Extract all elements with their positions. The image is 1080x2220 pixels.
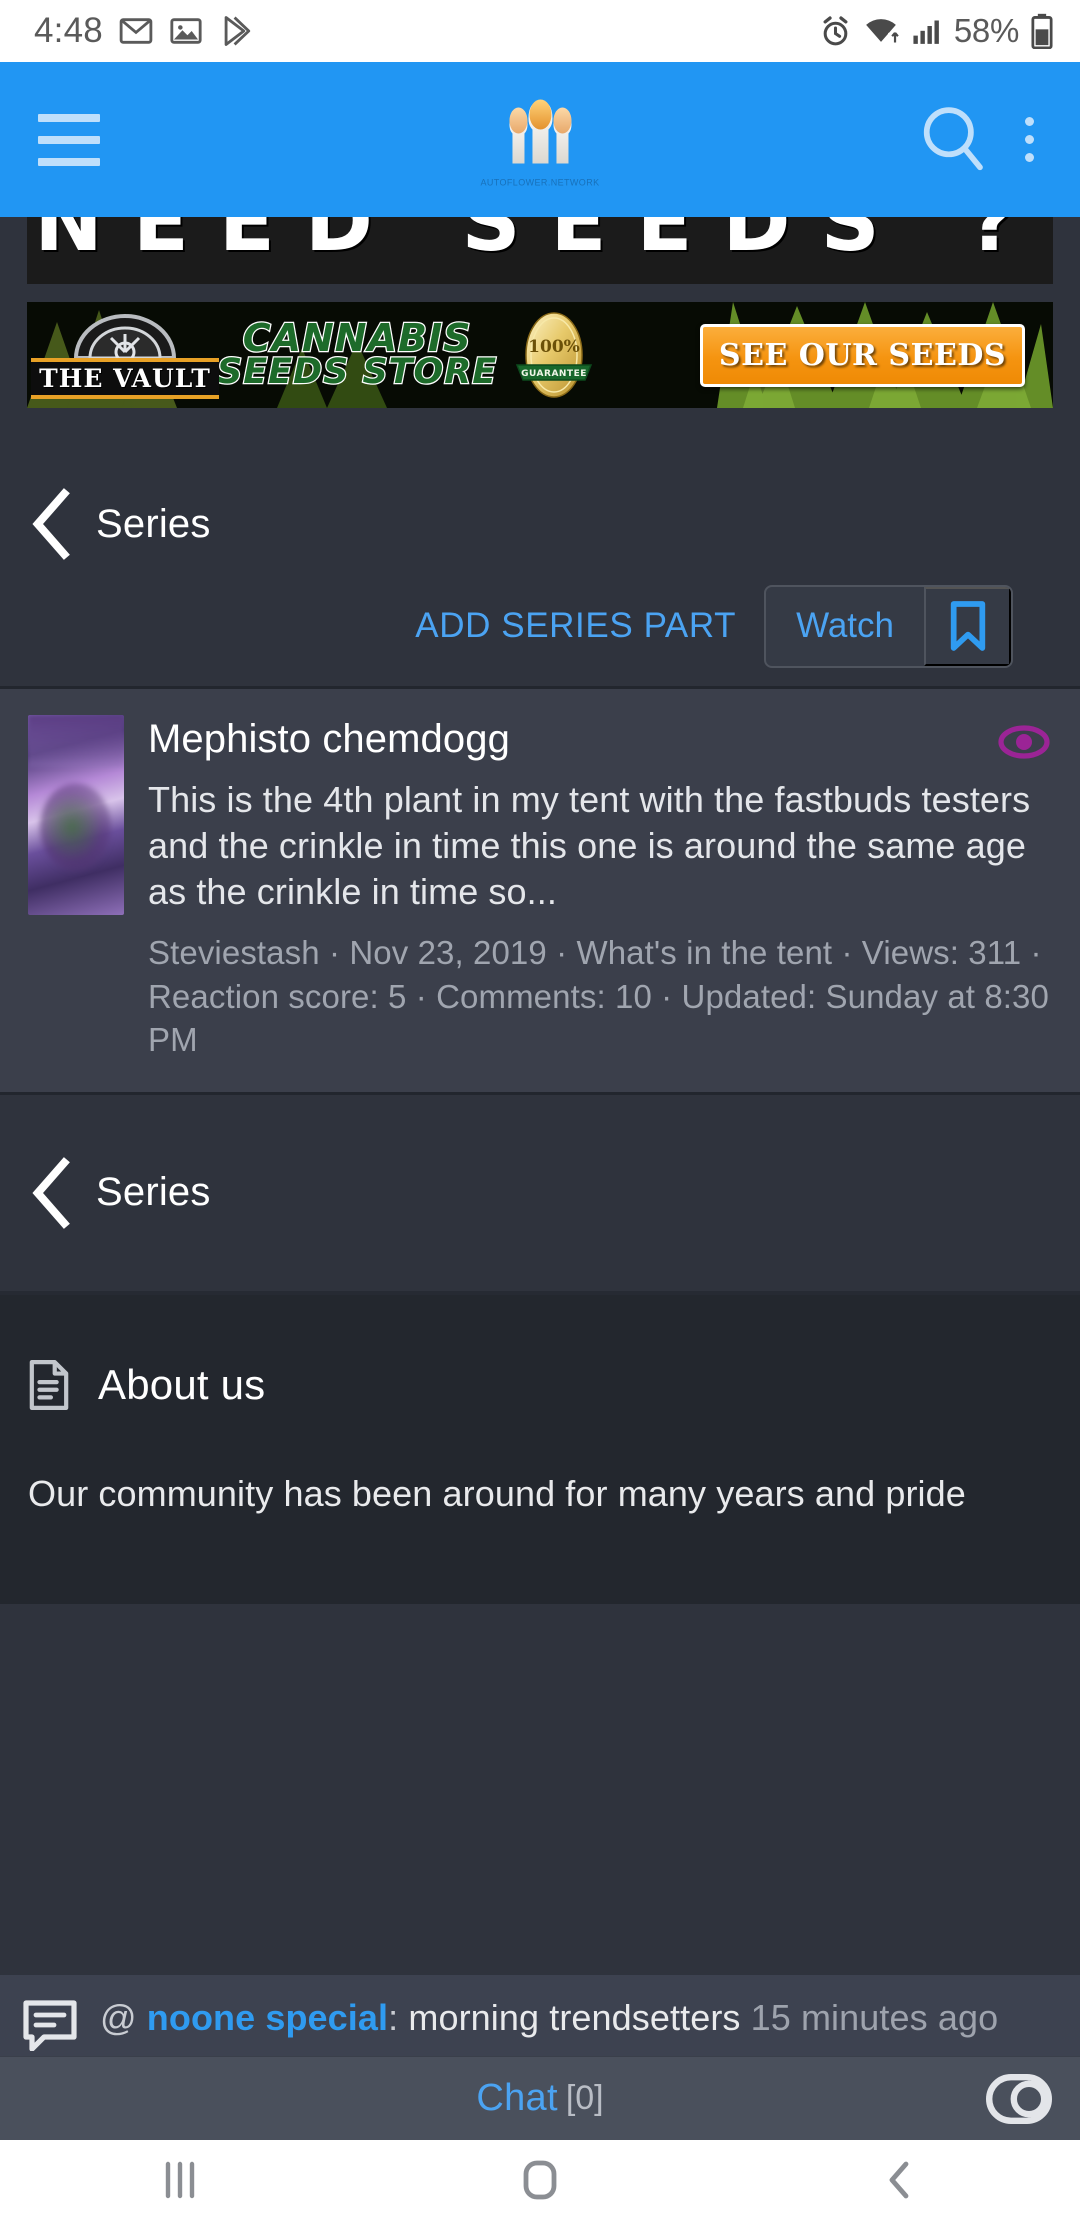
ad-banner-headline[interactable]: NEED SEEDS ? — [27, 217, 1053, 284]
ad-spacer — [0, 284, 1080, 302]
chat-timestamp: 15 minutes ago — [750, 1997, 999, 2038]
chat-username[interactable]: noone special — [147, 1997, 388, 2038]
signal-icon — [913, 20, 939, 44]
play-store-icon — [224, 16, 251, 46]
gmail-icon — [119, 18, 153, 44]
ad-content: THE VAULT CANNABIS SEEDS STORE 100% GUAR… — [27, 302, 1053, 408]
chat-at-symbol: @ — [100, 1997, 137, 2038]
thread-card-body: Mephisto chemdogg This is the 4th plant … — [148, 715, 1052, 1062]
chat-bar-label: Chat — [476, 2077, 558, 2119]
autoflower-logo-icon — [508, 99, 571, 163]
about-us-text: Our community has been around for many y… — [28, 1472, 966, 1514]
thread-snippet: This is the 4th plant in my tent with th… — [148, 778, 1031, 912]
vault-brand-text: THE VAULT — [31, 357, 219, 399]
chat-colon: : — [388, 1997, 399, 2038]
app-header: AUTOFLOWER.NETWORK — [0, 62, 1080, 217]
status-bar-right: 58% — [819, 12, 1054, 50]
watch-button[interactable]: Watch — [766, 587, 924, 666]
thread-meta: Steviestash · Nov 23, 2019 · What's in t… — [148, 934, 1049, 1059]
ad-banner-vault[interactable]: THE VAULT CANNABIS SEEDS STORE 100% GUAR… — [27, 302, 1053, 408]
chat-bar-count: [0] — [565, 2079, 604, 2117]
battery-icon — [1031, 13, 1053, 49]
logo-tagline: AUTOFLOWER.NETWORK — [480, 177, 600, 187]
site-logo[interactable]: AUTOFLOWER.NETWORK — [480, 92, 599, 187]
guarantee-seal: 100% GUARANTEE — [511, 310, 597, 400]
svg-text:GUARANTEE: GUARANTEE — [521, 369, 587, 379]
toggle-switch-icon[interactable] — [986, 2073, 1052, 2124]
kebab-menu-icon[interactable] — [1015, 111, 1044, 168]
thread-thumbnail — [28, 715, 124, 915]
series-label-top: Series — [96, 501, 211, 546]
home-icon[interactable] — [450, 2140, 630, 2220]
search-icon[interactable] — [915, 101, 993, 179]
wifi-icon — [865, 18, 899, 43]
recents-icon[interactable] — [90, 2140, 270, 2220]
phone-screen: 4:48 58% AUTOFLOWER.NETWORK NEED SEEDS ?… — [0, 0, 1080, 2220]
series-action-row: ADD SERIES PART Watch — [0, 566, 1080, 686]
bookmark-icon — [950, 601, 985, 651]
status-bar: 4:48 58% — [0, 0, 1080, 62]
photos-icon — [170, 18, 202, 44]
see-our-seeds-button[interactable]: SEE OUR SEEDS — [699, 323, 1025, 387]
series-back-link-bottom[interactable]: Series — [0, 1094, 1080, 1291]
vault-door-icon — [73, 313, 177, 358]
battery-percent: 58% — [953, 12, 1019, 49]
chevron-left-icon — [32, 1156, 70, 1229]
chat-bubble-icon — [23, 2000, 77, 2051]
chat-notification-text: @ noone special: morning trendsetters 15… — [100, 1995, 998, 2041]
hamburger-menu-icon[interactable] — [38, 113, 100, 166]
about-us-section: About us Our community has been around f… — [0, 1294, 1080, 1604]
back-icon[interactable] — [810, 2140, 990, 2220]
thread-list-item[interactable]: Mephisto chemdogg This is the 4th plant … — [0, 689, 1080, 1092]
about-us-header: About us — [28, 1359, 1052, 1411]
about-us-title: About us — [98, 1360, 266, 1408]
thread-title[interactable]: Mephisto chemdogg — [148, 717, 1052, 762]
ad-headline-line2: SEEDS STORE — [216, 352, 498, 393]
add-series-part-button[interactable]: ADD SERIES PART — [415, 606, 764, 646]
guarantee-seal-icon: 100% GUARANTEE — [516, 312, 593, 398]
app-header-actions — [915, 101, 1044, 179]
vault-logo: THE VAULT — [31, 307, 219, 403]
series-label-bottom: Series — [96, 1170, 211, 1215]
status-time: 4:48 — [34, 11, 103, 50]
chat-bar[interactable]: Chat [0] — [0, 2056, 1080, 2140]
bookmark-button[interactable] — [924, 586, 1011, 666]
ad-headline-text: NEED SEEDS ? — [34, 217, 1046, 270]
series-back-link-top[interactable]: Series — [0, 408, 1080, 566]
watch-button-group: Watch — [764, 584, 1013, 668]
document-icon — [29, 1359, 69, 1410]
chevron-left-icon — [32, 488, 70, 560]
android-navigation-bar — [0, 2140, 1080, 2220]
ad-headline-block: CANNABIS SEEDS STORE — [216, 318, 498, 393]
alarm-icon — [823, 15, 848, 45]
status-bar-left: 4:48 — [34, 11, 253, 51]
svg-text:100%: 100% — [528, 337, 580, 357]
eye-icon — [998, 725, 1050, 759]
chat-message-body: morning trendsetters — [408, 1997, 741, 2038]
